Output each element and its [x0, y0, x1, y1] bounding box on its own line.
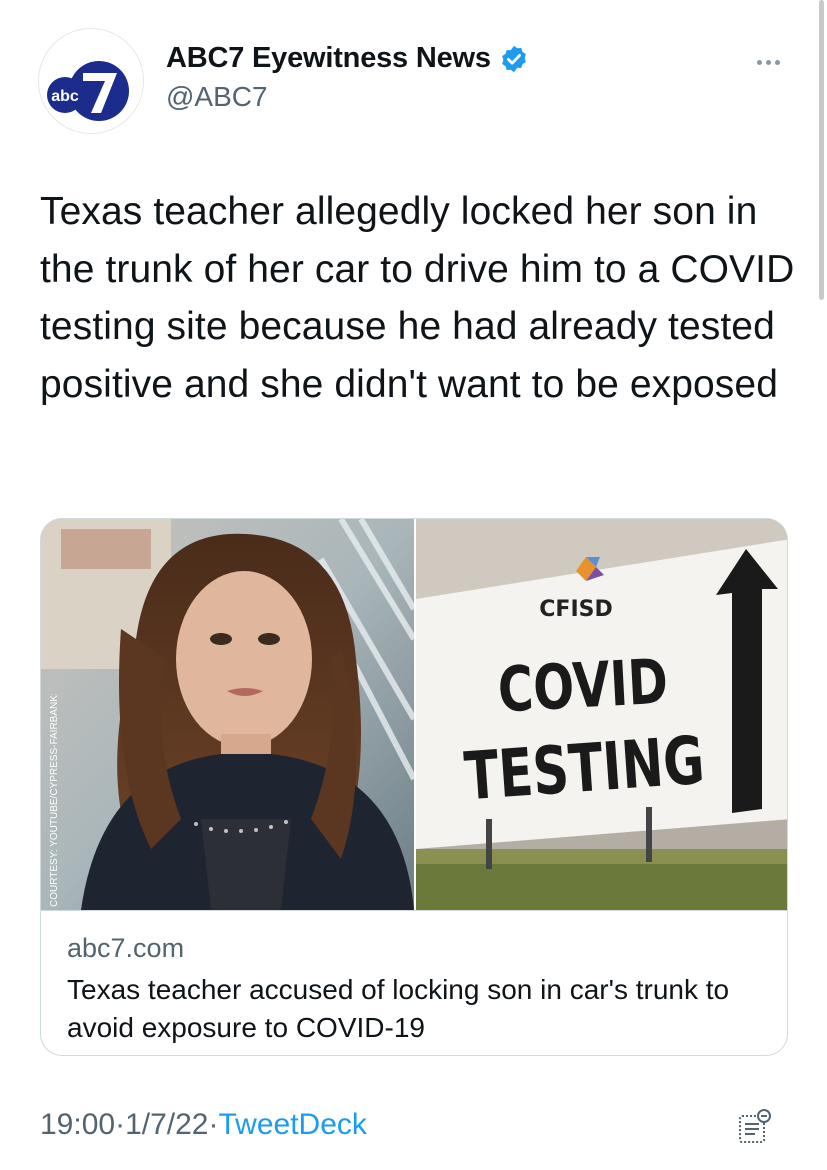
tweet: abc ABC7 Eyewitness News @ABC7 Texas tea… [0, 0, 827, 1170]
author-avatar[interactable]: abc [38, 28, 144, 134]
tweet-text: Texas teacher allegedly locked her son i… [40, 190, 795, 406]
more-options-button[interactable] [748, 52, 788, 72]
covid-testing-sign-photo: CFISD COVID TESTING [416, 519, 787, 910]
tweet-source-link[interactable]: TweetDeck [219, 1108, 367, 1142]
card-image-sign: CFISD COVID TESTING [414, 519, 787, 910]
analytics-icon[interactable] [738, 1108, 772, 1144]
tweet-date[interactable]: 1/7/22 [125, 1108, 208, 1142]
sign-org-text: CFISD [539, 597, 612, 622]
name-row: ABC7 Eyewitness News [166, 42, 529, 75]
display-name[interactable]: ABC7 Eyewitness News [166, 42, 491, 75]
photo-credit: COURTESY: YOUTUBE/CYPRESS-FAIRBANKS ISD [49, 694, 60, 907]
photo-credit-text: COURTESY: YOUTUBE/CYPRESS-FAIRBANKS ISD [49, 694, 60, 907]
ellipsis-icon [765, 59, 771, 65]
card-media: COURTESY: YOUTUBE/CYPRESS-FAIRBANKS ISD [41, 519, 787, 910]
link-card[interactable]: COURTESY: YOUTUBE/CYPRESS-FAIRBANKS ISD [40, 518, 788, 1056]
ellipsis-icon [756, 59, 762, 65]
woman-photo [41, 519, 414, 910]
card-domain: abc7.com [67, 933, 185, 963]
author-handle[interactable]: @ABC7 [166, 81, 529, 113]
scrollbar[interactable] [819, 0, 824, 300]
abc7-logo: abc [39, 29, 143, 133]
tweet-meta: 19:00 · 1/7/22 · TweetDeck [40, 1108, 367, 1142]
card-title: Texas teacher accused of locking son in … [67, 974, 730, 1043]
separator: · [115, 1108, 126, 1141]
tweet-time[interactable]: 19:00 [40, 1108, 115, 1142]
card-info: abc7.com Texas teacher accused of lockin… [41, 910, 787, 1055]
verified-badge-icon [501, 45, 526, 72]
separator: · [208, 1108, 219, 1141]
svg-text:abc: abc [51, 88, 79, 105]
ellipsis-icon [774, 59, 780, 65]
author-info: ABC7 Eyewitness News @ABC7 [166, 42, 529, 113]
sign-line1-text: COVID [496, 645, 670, 727]
card-image-woman: COURTESY: YOUTUBE/CYPRESS-FAIRBANKS ISD [41, 519, 414, 910]
